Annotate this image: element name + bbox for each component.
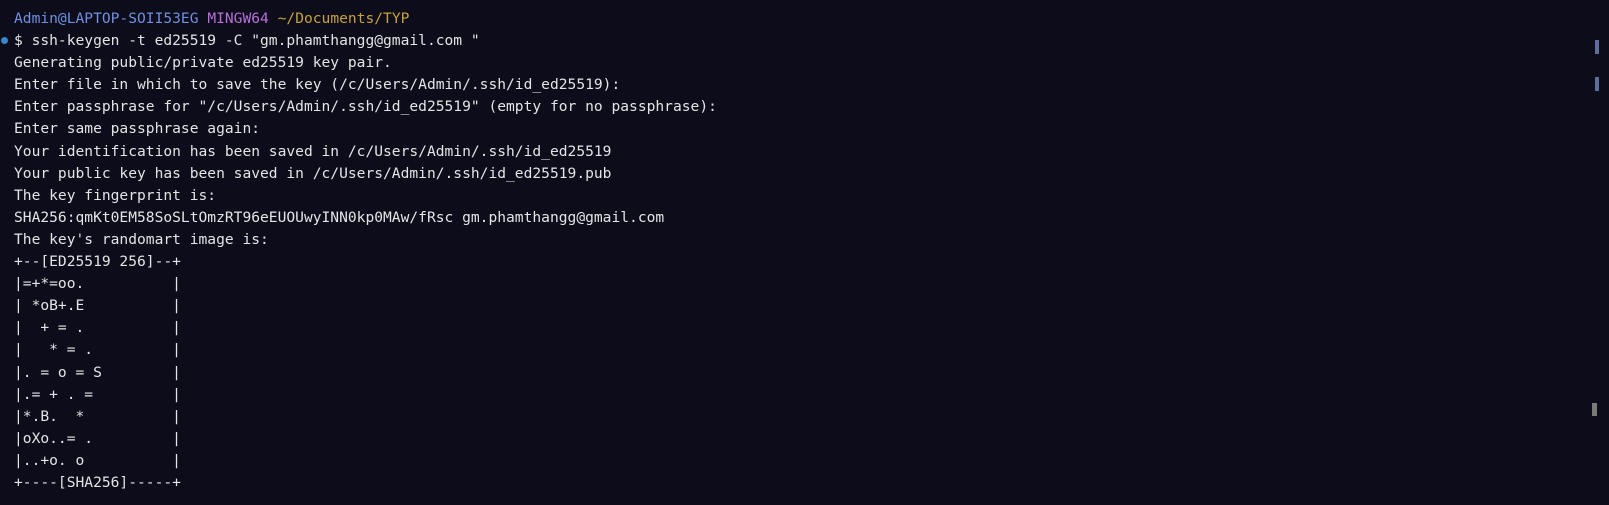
randomart-line: |..+o. o | (14, 451, 181, 469)
command-decoration-icon[interactable] (1, 37, 8, 44)
output-line: Generating public/private ed25519 key pa… (14, 54, 392, 72)
randomart-line: |oXo..= . | (14, 429, 181, 447)
output-line: Your public key has been saved in /c/Use… (14, 164, 612, 182)
prompt-system: MINGW64 (207, 10, 269, 27)
prompt-user-host: Admin@LAPTOP-SOII53EG (14, 10, 199, 27)
prompt-path: ~/Documents/TYP (277, 10, 410, 27)
output-line: Enter same passphrase again: (14, 120, 261, 138)
randomart-line: |.= + . = | (14, 385, 181, 403)
randomart-line: | * = . | (14, 341, 181, 359)
output-line: The key fingerprint is: (14, 186, 217, 204)
randomart-line: +--[ED25519 256]--+ (14, 253, 181, 271)
fingerprint-line: SHA256:qmKt0EM58SoSLtOmzRT96eEUOUwyINN0k… (14, 208, 665, 226)
terminal-window[interactable]: Admin@LAPTOP-SOII53EG MINGW64 ~/Document… (0, 0, 1609, 505)
randomart-line: |=+*=oo. | (14, 275, 181, 293)
randomart-line: +----[SHA256]-----+ (14, 473, 181, 491)
randomart-line: | *oB+.E | (14, 297, 181, 315)
prompt-line: Admin@LAPTOP-SOII53EG MINGW64 ~/Document… (14, 8, 1609, 30)
output-line: The key's randomart image is: (14, 230, 269, 248)
randomart-line: |*.B. * | (14, 407, 181, 425)
randomart-line: |. = o = S | (14, 363, 181, 381)
scrollbar-marker[interactable] (1595, 77, 1599, 91)
output-line: Enter file in which to save the key (/c/… (14, 76, 621, 94)
output-line: Enter passphrase for "/c/Users/Admin/.ss… (14, 98, 717, 116)
scrollbar-marker[interactable] (1595, 40, 1599, 54)
command-line: $ ssh-keygen -t ed25519 -C "gm.phamthang… (14, 32, 480, 50)
scrollbar-thumb[interactable] (1592, 403, 1597, 416)
output-line: Your identification has been saved in /c… (14, 142, 612, 160)
randomart-line: | + = . | (14, 319, 181, 337)
